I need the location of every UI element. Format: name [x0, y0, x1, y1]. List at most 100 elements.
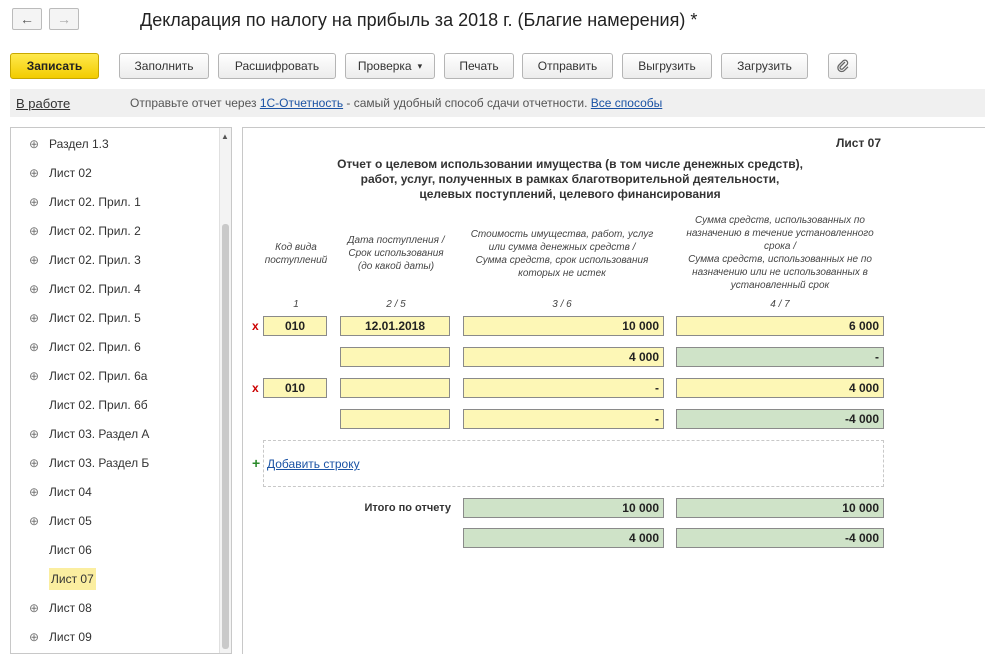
tree-item-label: Лист 03. Раздел А [49, 426, 150, 441]
expand-icon[interactable]: ⊕ [27, 253, 41, 267]
total-label: Итого по отчету [364, 502, 451, 514]
expand-icon[interactable]: ⊕ [27, 195, 41, 209]
status-message: Отправьте отчет через 1С-Отчетность - са… [130, 96, 662, 110]
tree-item-label: Лист 02. Прил. 6б [49, 397, 148, 412]
tree-item-label: Лист 03. Раздел Б [49, 455, 150, 470]
chevron-down-icon: ▾ [417, 60, 423, 71]
amount-field-2b[interactable]: - [463, 409, 664, 429]
forward-button[interactable]: → [49, 8, 79, 30]
date-field-2[interactable] [340, 378, 450, 398]
tree-item[interactable]: Лист 02. Прил. 6б [11, 390, 217, 419]
column-header-code: Код вида поступлений [264, 242, 328, 266]
tree-item-label: Лист 02. Прил. 4 [49, 281, 141, 296]
status-msg-suffix: - самый удобный способ сдачи отчетности. [343, 96, 591, 110]
expand-icon[interactable]: ⊕ [27, 224, 41, 238]
amount-field-2[interactable]: - [463, 378, 664, 398]
plus-icon[interactable]: + [252, 455, 260, 471]
expand-icon[interactable]: ⊕ [27, 311, 41, 325]
amount-field-1b[interactable]: 4 000 [463, 347, 664, 367]
tree-item[interactable]: ⊕ Лист 02. Прил. 1 [11, 187, 217, 216]
column-number-date: 2 / 5 [386, 299, 406, 310]
attach-button[interactable] [828, 53, 857, 79]
window-title: Декларация по налогу на прибыль за 2018 … [140, 10, 698, 30]
status-bar: В работе Отправьте отчет через 1С-Отчетн… [10, 89, 985, 117]
all-methods-link[interactable]: Все способы [591, 96, 663, 110]
tree-scrollbar[interactable]: ▲ [219, 128, 231, 653]
expand-icon[interactable]: ⊕ [27, 485, 41, 499]
expand-icon[interactable]: ⊕ [27, 340, 41, 354]
code-field-2[interactable]: 010 [263, 378, 327, 398]
tree-item[interactable]: ⊕ Лист 02. Прил. 2 [11, 216, 217, 245]
tree-item-label: Лист 04 [49, 484, 92, 499]
total-used-1: 10 000 [676, 498, 884, 518]
tree-item[interactable]: ⊕ Лист 02. Прил. 5 [11, 303, 217, 332]
date-field-2b[interactable] [340, 409, 450, 429]
fill-button[interactable]: Заполнить [119, 53, 209, 79]
used-field-1[interactable]: 6 000 [676, 316, 884, 336]
date-field-1[interactable]: 12.01.2018 [340, 316, 450, 336]
tree-item[interactable]: ⊕ Лист 03. Раздел А [11, 419, 217, 448]
status-state-link[interactable]: В работе [16, 96, 70, 111]
reporting-service-link[interactable]: 1С-Отчетность [260, 96, 343, 110]
tree-item-label: Лист 02. Прил. 3 [49, 252, 141, 267]
used-field-2[interactable]: 4 000 [676, 378, 884, 398]
date-field-1b[interactable] [340, 347, 450, 367]
decode-button[interactable]: Расшифровать [218, 53, 336, 79]
check-button[interactable]: Проверка ▾ [345, 53, 435, 79]
expand-icon[interactable]: ⊕ [27, 369, 41, 383]
expand-icon[interactable]: ⊕ [27, 166, 41, 180]
tree-item[interactable]: ⊕ Лист 02 [11, 158, 217, 187]
check-label: Проверка [357, 59, 412, 73]
tree-item[interactable]: ⊕ Лист 02. Прил. 6а [11, 361, 217, 390]
total-amount-1: 10 000 [463, 498, 664, 518]
tree-item[interactable]: ⊕ Лист 02. Прил. 4 [11, 274, 217, 303]
export-button[interactable]: Выгрузить [622, 53, 712, 79]
tree-item[interactable]: Лист 07 [11, 564, 217, 593]
tree-item[interactable]: ⊕ Лист 09 [11, 622, 217, 651]
column-header-amount: Стоимость имущества, работ, услуг или су… [470, 229, 654, 279]
tree-item-label: Лист 02. Прил. 2 [49, 223, 141, 238]
expand-icon[interactable]: ⊕ [27, 282, 41, 296]
print-button[interactable]: Печать [444, 53, 514, 79]
tree-item-label: Лист 06 [49, 542, 92, 557]
expand-icon[interactable]: ⊕ [27, 630, 41, 644]
back-button[interactable]: ← [12, 8, 42, 30]
tree-item[interactable]: ⊕ Лист 02. Прил. 6 [11, 332, 217, 361]
delete-row-1-icon[interactable]: x [252, 319, 259, 333]
tree-item-label: Лист 02. Прил. 6а [49, 368, 148, 383]
import-button[interactable]: Загрузить [721, 53, 808, 79]
code-field-1[interactable]: 010 [263, 316, 327, 336]
tree-item[interactable]: ⊕ Лист 02. Прил. 3 [11, 245, 217, 274]
column-header-date: Дата поступления / Срок использования (д… [347, 235, 445, 272]
column-number-amount: 3 / 6 [552, 299, 572, 310]
expand-icon[interactable]: ⊕ [27, 427, 41, 441]
amount-field-1[interactable]: 10 000 [463, 316, 664, 336]
scroll-up-icon[interactable]: ▲ [221, 132, 229, 141]
expand-icon[interactable]: ⊕ [27, 601, 41, 615]
expand-icon[interactable]: ⊕ [27, 514, 41, 528]
paperclip-icon [836, 59, 848, 73]
tree-item-label: Лист 02. Прил. 5 [49, 310, 141, 325]
tree-item[interactable]: ⊕ Лист 04 [11, 477, 217, 506]
used-field-1b: - [676, 347, 884, 367]
column-header-used: Сумма средств, использованных по назначе… [686, 215, 874, 291]
total-used-2: -4 000 [676, 528, 884, 548]
tree-item-label: Лист 02 [49, 165, 92, 180]
tree-item[interactable]: ⊕ Лист 08 [11, 593, 217, 622]
tree-item[interactable]: Лист 06 [11, 535, 217, 564]
add-row-link[interactable]: Добавить строку [267, 457, 360, 471]
report-heading: Отчет о целевом использовании имущества … [337, 157, 803, 201]
tree-item[interactable]: ⊕ Лист 05 [11, 506, 217, 535]
send-button[interactable]: Отправить [522, 53, 613, 79]
expand-icon[interactable]: ⊕ [27, 456, 41, 470]
tree-item[interactable]: ⊕ Лист 03. Раздел Б [11, 448, 217, 477]
sheet-label: Лист 07 [835, 136, 881, 150]
status-msg-prefix: Отправьте отчет через [130, 96, 260, 110]
tree-item[interactable]: ⊕ Раздел 1.3 [11, 129, 217, 158]
tree-item-label: Лист 02. Прил. 1 [49, 194, 141, 209]
expand-icon[interactable]: ⊕ [27, 137, 41, 151]
scroll-thumb[interactable] [222, 224, 229, 649]
save-button[interactable]: Записать [10, 53, 99, 79]
tree-item-label: Лист 07 [49, 567, 96, 590]
delete-row-2-icon[interactable]: x [252, 381, 259, 395]
